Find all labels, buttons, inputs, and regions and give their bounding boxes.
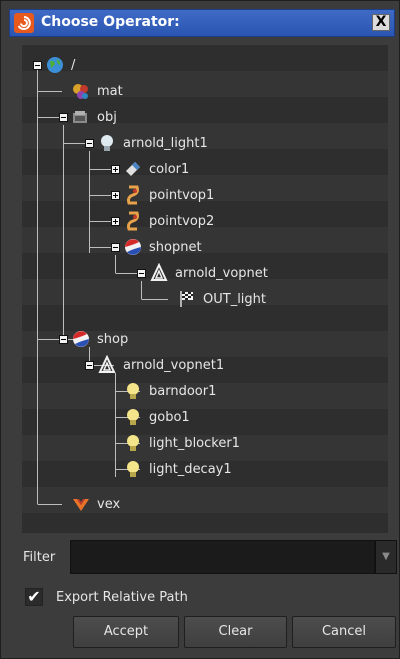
color-node-icon xyxy=(123,159,143,179)
dialog-title: Choose Operator: xyxy=(41,14,180,30)
tree-node-pointvop2[interactable]: pointvop2 xyxy=(123,209,214,233)
output-flag-icon xyxy=(177,289,197,309)
collapse-toggle[interactable] xyxy=(111,243,120,252)
light-bulb-icon xyxy=(97,133,117,153)
expand-toggle[interactable] xyxy=(111,191,120,200)
tree-node-gobo1[interactable]: gobo1 xyxy=(123,405,190,429)
collapse-toggle[interactable] xyxy=(137,269,146,278)
tree-node-out-light[interactable]: OUT_light xyxy=(177,287,266,311)
tree-node-shop[interactable]: shop xyxy=(71,327,128,351)
vop-node-icon xyxy=(123,211,143,231)
vop-node-icon xyxy=(123,185,143,205)
close-button[interactable]: X xyxy=(372,14,390,31)
light-bulb-icon xyxy=(123,381,143,401)
cancel-button[interactable]: Cancel xyxy=(292,616,396,648)
collapse-toggle[interactable] xyxy=(85,139,94,148)
light-bulb-icon xyxy=(123,459,143,479)
shop-network-icon xyxy=(71,329,91,349)
tree-node-arnold-light1[interactable]: arnold_light1 xyxy=(97,131,208,155)
tree-node-light-decay1[interactable]: light_decay1 xyxy=(123,457,232,481)
houdini-logo-icon xyxy=(14,13,34,33)
accept-button[interactable]: Accept xyxy=(73,616,179,648)
filter-dropdown-button[interactable]: ▼ xyxy=(375,540,397,574)
arnold-vopnet-icon xyxy=(149,262,169,283)
export-relative-path-label: Export Relative Path xyxy=(56,590,188,605)
globe-icon xyxy=(45,55,65,75)
filter-input[interactable] xyxy=(70,540,375,574)
tree-node-barndoor1[interactable]: barndoor1 xyxy=(123,379,216,403)
collapse-toggle[interactable] xyxy=(33,61,42,70)
light-bulb-icon xyxy=(123,433,143,453)
tree-node-arnold-vopnet1[interactable]: arnold_vopnet1 xyxy=(97,353,224,377)
tree-node-root[interactable]: / xyxy=(45,53,75,77)
choose-operator-dialog: Choose Operator: X / mat obj arnold_ligh… xyxy=(0,0,400,659)
arnold-vopnet-icon xyxy=(97,354,117,375)
tree-node-pointvop1[interactable]: pointvop1 xyxy=(123,183,214,207)
expand-toggle[interactable] xyxy=(111,217,120,226)
filter-label: Filter xyxy=(23,550,56,565)
collapse-toggle[interactable] xyxy=(85,361,94,370)
tree-node-arnold-vopnet[interactable]: arnold_vopnet xyxy=(149,261,268,285)
export-relative-path-checkbox[interactable]: ✔ xyxy=(25,588,43,606)
tree-node-vex[interactable]: vex xyxy=(71,492,120,516)
collapse-toggle[interactable] xyxy=(59,335,68,344)
tree-node-color1[interactable]: color1 xyxy=(123,157,189,181)
clear-button[interactable]: Clear xyxy=(184,616,287,648)
tree-node-mat[interactable]: mat xyxy=(71,79,123,103)
object-network-icon xyxy=(71,107,91,127)
tree-node-light-blocker1[interactable]: light_blocker1 xyxy=(123,431,240,455)
tree-node-shopnet[interactable]: shopnet xyxy=(123,235,202,259)
collapse-toggle[interactable] xyxy=(59,113,68,122)
tree-node-obj[interactable]: obj xyxy=(71,105,117,129)
light-bulb-icon xyxy=(123,407,143,427)
shop-network-icon xyxy=(123,237,143,257)
expand-toggle[interactable] xyxy=(111,165,120,174)
title-bar[interactable]: Choose Operator: X xyxy=(9,9,395,37)
operator-tree[interactable]: / mat obj arnold_light1 color1 pointvop1… xyxy=(22,45,388,533)
vex-icon xyxy=(71,494,91,514)
material-network-icon xyxy=(71,81,91,101)
